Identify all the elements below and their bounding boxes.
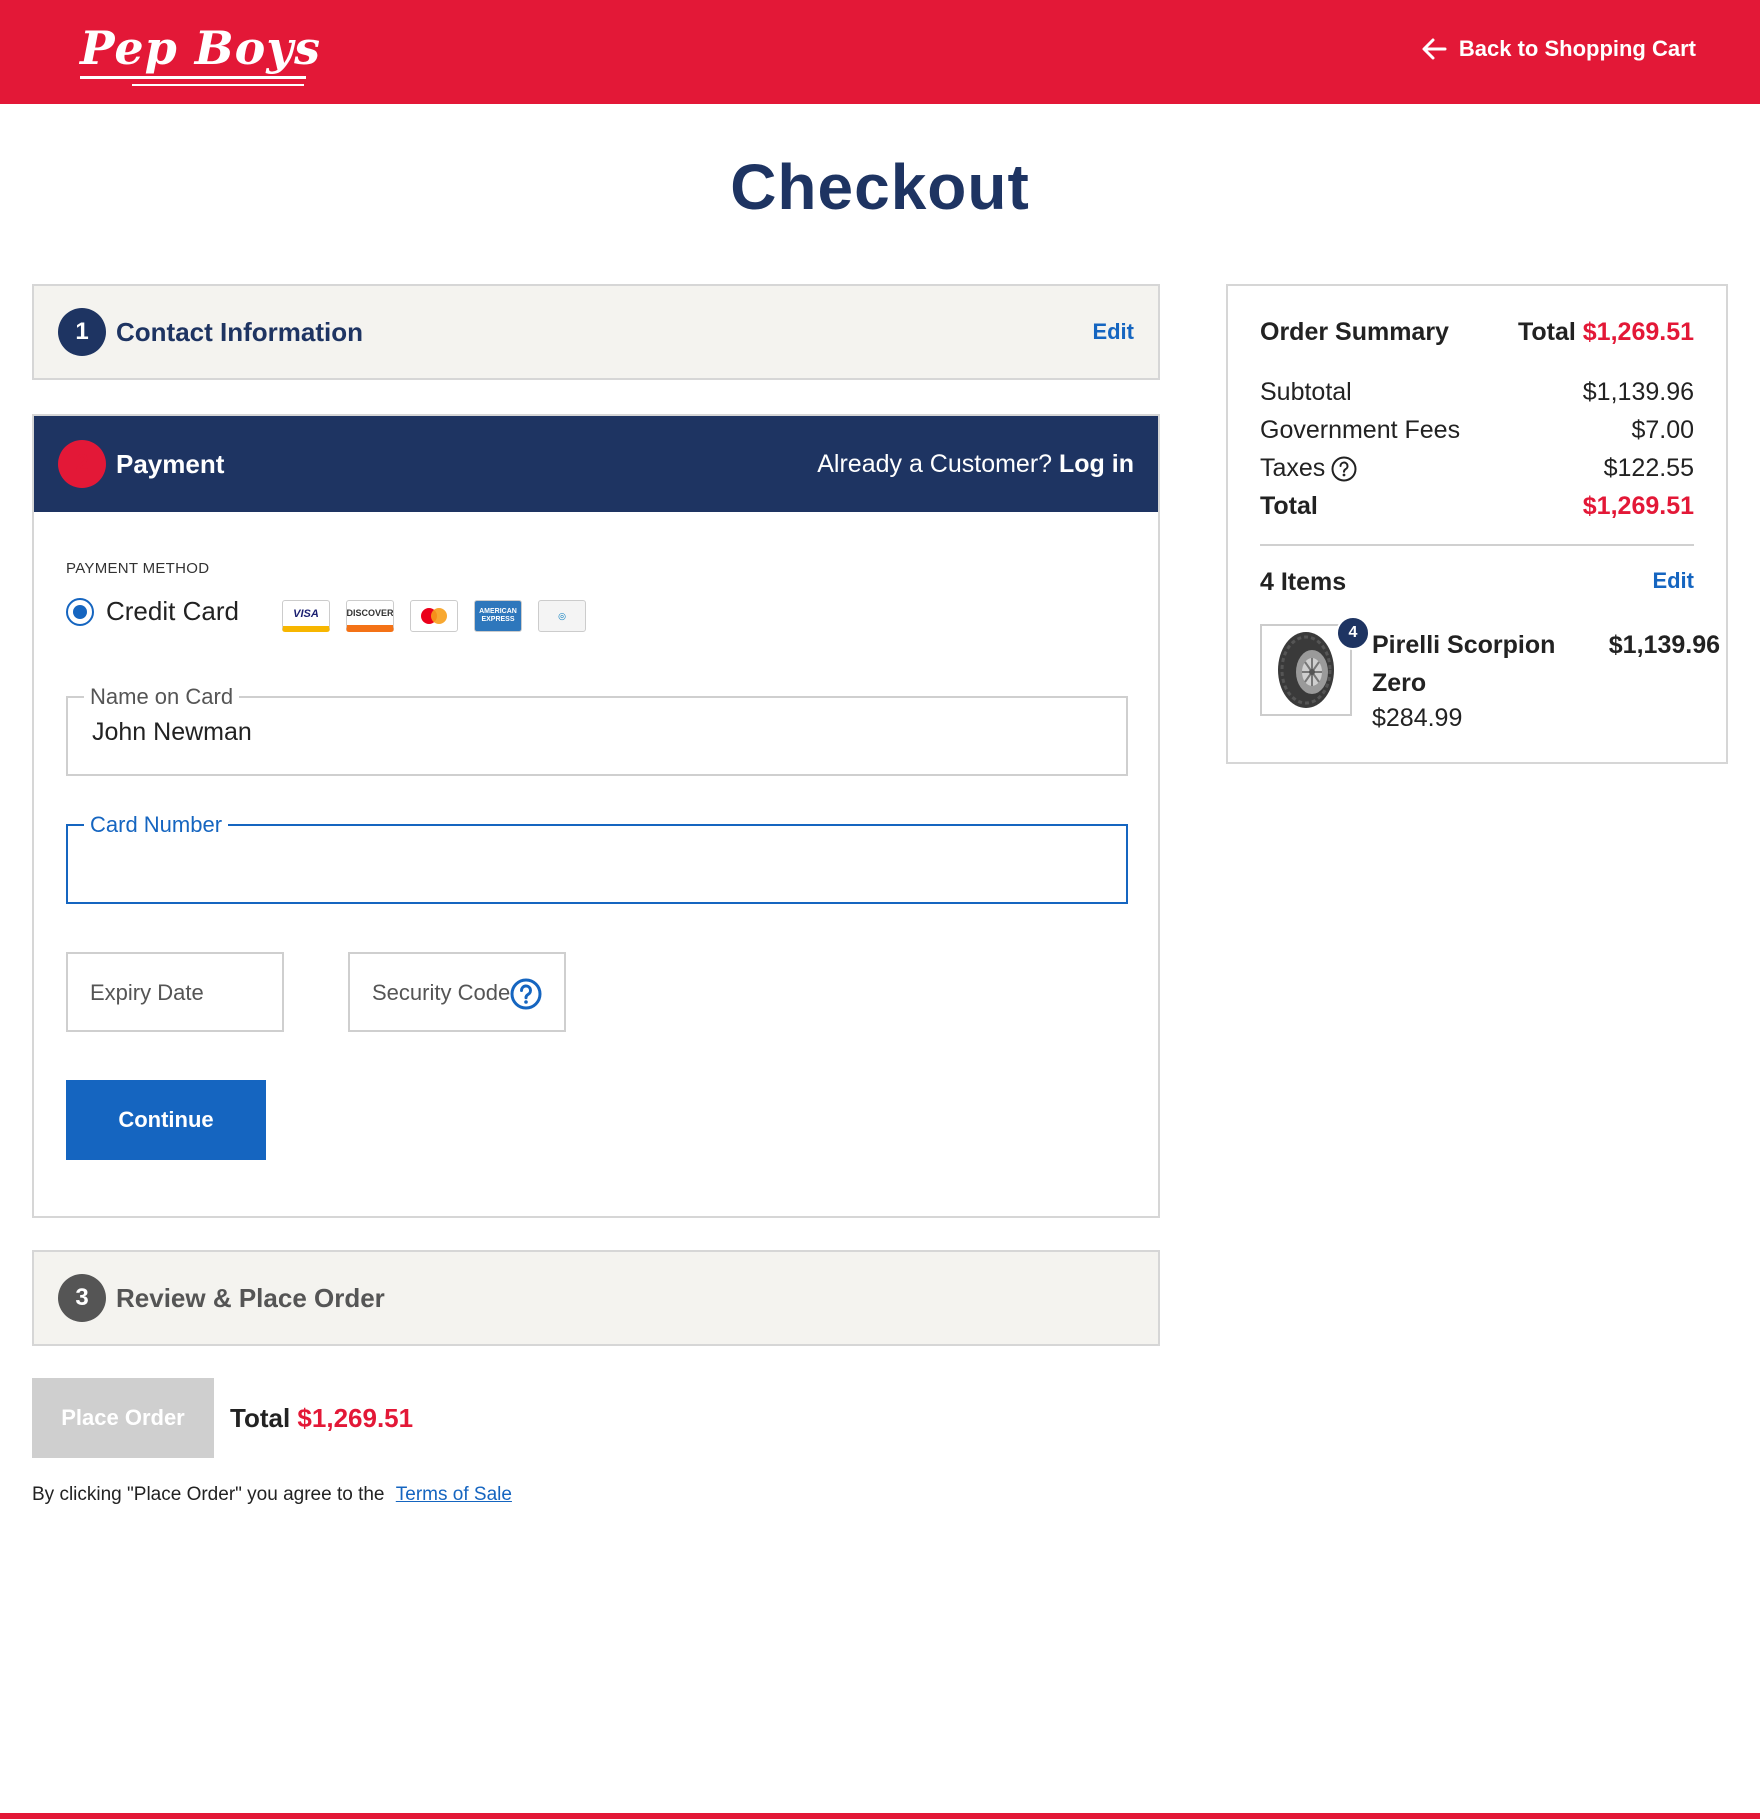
contact-edit-link[interactable]: Edit bbox=[1092, 319, 1134, 345]
place-order-row: Place Order Total $1,269.51 bbox=[32, 1378, 413, 1458]
step-number-badge: 1 bbox=[58, 308, 106, 356]
review-place-order-section: 3 Review & Place Order bbox=[32, 1250, 1160, 1346]
pep-boys-logo[interactable]: Pep Boys bbox=[80, 18, 321, 86]
product-name[interactable]: Pirelli Scorpion Zero bbox=[1372, 626, 1572, 702]
taxes-value: $122.55 bbox=[1603, 454, 1694, 482]
order-summary-total-value: $1,269.51 bbox=[1582, 318, 1694, 346]
order-summary-header: Order Summary Total $1,269.51 bbox=[1260, 318, 1694, 347]
taxes-row: Taxes $122.55 bbox=[1260, 454, 1694, 483]
arrow-left-icon bbox=[1422, 38, 1447, 60]
name-on-card-label: Name on Card bbox=[84, 684, 240, 710]
name-on-card-field[interactable]: Name on Card John Newman bbox=[66, 684, 1128, 776]
review-header: 3 Review & Place Order bbox=[34, 1252, 1158, 1344]
discover-card-icon: DISCOVER bbox=[346, 600, 394, 632]
back-to-cart-label: Back to Shopping Cart bbox=[1458, 36, 1696, 61]
expiry-date-field[interactable]: Expiry Date bbox=[66, 952, 284, 1032]
subtotal-value: $1,139.96 bbox=[1582, 378, 1694, 406]
place-order-total: Total $1,269.51 bbox=[230, 1403, 413, 1434]
contact-information-title: Contact Information bbox=[116, 316, 363, 347]
card-number-label: Card Number bbox=[84, 812, 229, 838]
credit-card-radio[interactable] bbox=[66, 597, 94, 626]
login-link[interactable]: Log in bbox=[1059, 450, 1134, 478]
order-summary-total-label: Total bbox=[1517, 318, 1576, 346]
payment-section: 2 Payment Already a Customer? Log in PAY… bbox=[32, 414, 1160, 1218]
accepted-cards: VISA DISCOVER AMERICAN EXPRESS ◎ bbox=[282, 600, 586, 632]
place-order-total-value: $1,269.51 bbox=[297, 1402, 414, 1433]
order-summary-total: Total $1,269.51 bbox=[1518, 318, 1694, 347]
expiry-date-placeholder: Expiry Date bbox=[90, 980, 204, 1005]
logo-underline-2 bbox=[132, 84, 304, 86]
place-order-button[interactable]: Place Order bbox=[32, 1378, 214, 1458]
logo-text: Pep Boys bbox=[80, 21, 321, 75]
step-number-badge: 2 bbox=[58, 440, 106, 488]
terms-notice: By clicking "Place Order" you agree to t… bbox=[32, 1484, 512, 1506]
visa-card-icon: VISA bbox=[282, 600, 330, 632]
government-fees-label: Government Fees bbox=[1260, 416, 1461, 444]
security-code-placeholder: Security Code bbox=[372, 980, 511, 1005]
order-summary-title: Order Summary bbox=[1260, 318, 1449, 346]
footer-stripe bbox=[0, 1813, 1760, 1819]
step-number-badge: 3 bbox=[58, 1274, 106, 1322]
continue-button[interactable]: Continue bbox=[66, 1080, 266, 1160]
government-fees-row: Government Fees $7.00 bbox=[1260, 416, 1694, 445]
grand-total-value: $1,269.51 bbox=[1582, 492, 1694, 520]
card-number-field[interactable]: Card Number bbox=[66, 812, 1128, 904]
taxes-label: Taxes bbox=[1260, 454, 1326, 482]
terms-text: By clicking "Place Order" you agree to t… bbox=[32, 1484, 385, 1505]
summary-divider bbox=[1260, 544, 1694, 546]
taxes-label-group: Taxes bbox=[1260, 454, 1357, 483]
amex-card-icon: AMERICAN EXPRESS bbox=[474, 600, 522, 632]
terms-of-sale-link[interactable]: Terms of Sale bbox=[396, 1484, 512, 1505]
help-circle-icon[interactable] bbox=[1331, 456, 1357, 482]
logo-underline bbox=[80, 76, 306, 79]
quantity-badge: 4 bbox=[1336, 616, 1370, 650]
grand-total-row: Total $1,269.51 bbox=[1260, 492, 1694, 521]
payment-header: 2 Payment Already a Customer? Log in bbox=[34, 416, 1158, 512]
product-unit-price: $284.99 bbox=[1372, 704, 1463, 732]
security-code-field[interactable]: Security Code bbox=[348, 952, 566, 1032]
mastercard-card-icon bbox=[410, 600, 458, 632]
items-edit-link[interactable]: Edit bbox=[1652, 568, 1694, 597]
order-summary-panel: Order Summary Total $1,269.51 Subtotal $… bbox=[1226, 284, 1728, 764]
grand-total-label: Total bbox=[1260, 492, 1318, 520]
already-customer-text: Already a Customer? Log in bbox=[817, 450, 1134, 479]
place-order-total-label: Total bbox=[230, 1402, 291, 1433]
subtotal-row: Subtotal $1,139.96 bbox=[1260, 378, 1694, 407]
subtotal-label: Subtotal bbox=[1260, 378, 1352, 406]
site-header: Pep Boys Back to Shopping Cart bbox=[0, 0, 1760, 104]
items-count: 4 Items bbox=[1260, 568, 1347, 596]
product-line-total: $1,139.96 bbox=[1608, 631, 1720, 659]
page-title: Checkout bbox=[730, 151, 1030, 223]
diners-club-card-icon: ◎ bbox=[538, 600, 586, 632]
payment-method-label: PAYMENT METHOD bbox=[66, 560, 210, 577]
contact-information-section: 1 Contact Information Edit bbox=[32, 284, 1160, 380]
government-fees-value: $7.00 bbox=[1631, 416, 1694, 444]
name-on-card-value[interactable]: John Newman bbox=[92, 718, 252, 747]
back-to-cart-link[interactable]: Back to Shopping Cart bbox=[1419, 34, 1696, 64]
help-circle-icon[interactable] bbox=[510, 978, 542, 1010]
payment-title: Payment bbox=[116, 448, 225, 479]
credit-card-option[interactable]: Credit Card bbox=[66, 596, 239, 627]
items-row: 4 Items Edit bbox=[1260, 568, 1694, 597]
review-title: Review & Place Order bbox=[116, 1282, 385, 1313]
already-customer-label: Already a Customer? bbox=[817, 449, 1053, 478]
credit-card-label: Credit Card bbox=[106, 596, 239, 626]
contact-information-header: 1 Contact Information Edit bbox=[34, 286, 1158, 378]
